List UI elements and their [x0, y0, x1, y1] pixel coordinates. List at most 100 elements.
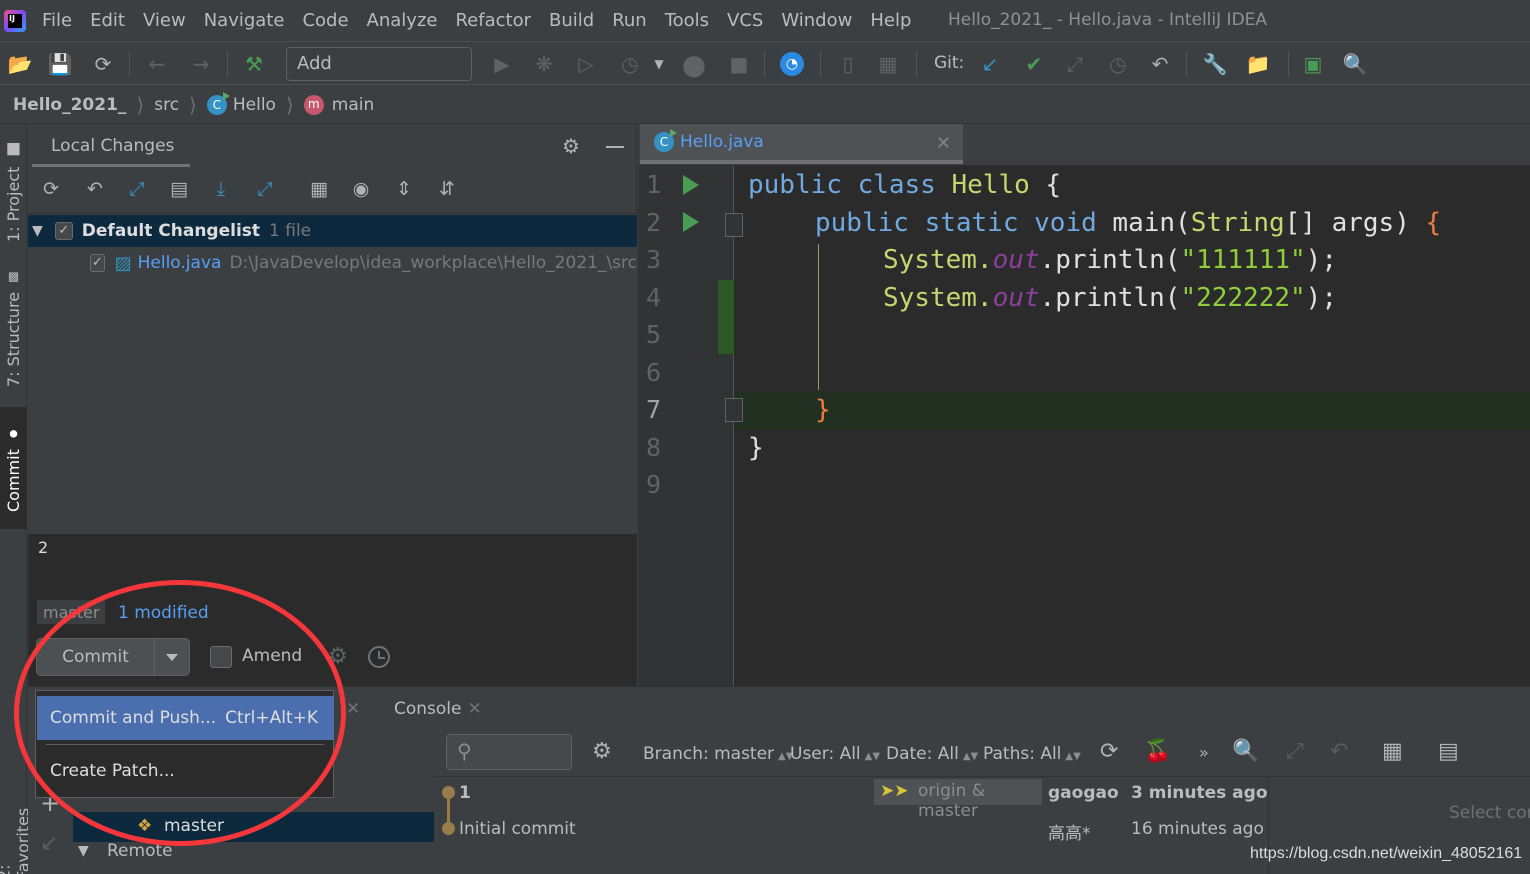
- file-row[interactable]: ✓ ▨ Hello.java D:\JavaDevelop\idea_workp…: [28, 247, 637, 279]
- group-by-icon[interactable]: ⤢: [252, 176, 278, 202]
- commit-row[interactable]: Initial commit 高高* 16 minutes ago: [434, 812, 1268, 846]
- rollback-icon[interactable]: ↶: [1148, 52, 1172, 76]
- commit-split-button[interactable]: Commit: [36, 638, 190, 676]
- close-icon[interactable]: ✕: [936, 133, 951, 154]
- open-folder-icon[interactable]: 📂: [8, 52, 33, 76]
- coverage-icon[interactable]: ▷: [574, 52, 598, 76]
- stop-icon[interactable]: ■: [727, 52, 751, 76]
- breadcrumb-src[interactable]: src: [154, 95, 179, 115]
- project-structure-icon[interactable]: 📁: [1246, 52, 1271, 76]
- forward-icon[interactable]: →: [189, 52, 213, 76]
- menu-edit[interactable]: Edit: [90, 10, 125, 31]
- expand-arrow-icon[interactable]: ▼: [78, 843, 89, 859]
- search-icon[interactable]: 🔍: [1232, 739, 1259, 764]
- eye-icon[interactable]: ◉: [348, 176, 374, 202]
- menu-analyze[interactable]: Analyze: [367, 10, 438, 31]
- close-icon[interactable]: ✕: [346, 699, 360, 719]
- branch-row-master[interactable]: ❖ master: [73, 812, 434, 842]
- save-icon[interactable]: 💾: [48, 52, 73, 76]
- run-class-icon[interactable]: [683, 175, 699, 195]
- commit-options-dropdown[interactable]: [155, 639, 189, 675]
- rollback-icon[interactable]: ↶: [82, 176, 108, 202]
- add-configuration-button[interactable]: Add Configuration...: [286, 47, 472, 106]
- date-filter[interactable]: Date: All ▲▼: [886, 744, 978, 764]
- more-chevron-icon[interactable]: »: [1199, 743, 1209, 762]
- fold-icon[interactable]: [725, 398, 743, 422]
- changelist-checkbox[interactable]: ✓: [54, 222, 73, 240]
- amend-checkbox[interactable]: [210, 646, 232, 668]
- log-search-input[interactable]: ⚲: [446, 734, 572, 770]
- breadcrumb-method[interactable]: main: [332, 95, 374, 115]
- profiler-gauge-icon[interactable]: ◔: [780, 52, 804, 76]
- device-icon[interactable]: ▯: [836, 52, 860, 76]
- git-push-icon[interactable]: ⤢: [1063, 52, 1087, 76]
- layout-icon[interactable]: ▦: [306, 176, 332, 202]
- breadcrumb-project[interactable]: Hello_2021_: [13, 95, 126, 115]
- menu-refactor[interactable]: Refactor: [455, 10, 531, 31]
- shelve-icon[interactable]: ⤓: [208, 176, 234, 202]
- paths-filter[interactable]: Paths: All ▲▼: [983, 744, 1081, 764]
- refresh-icon[interactable]: ⟳: [1100, 739, 1118, 764]
- sdk-icon[interactable]: ▦: [876, 52, 900, 76]
- menu-view[interactable]: View: [143, 10, 186, 31]
- show-diff-icon[interactable]: ⤢: [124, 176, 150, 202]
- menu-vcs[interactable]: VCS: [727, 10, 763, 31]
- file-checkbox[interactable]: ✓: [90, 254, 105, 272]
- back-icon[interactable]: ←: [145, 52, 169, 76]
- menu-tools[interactable]: Tools: [665, 10, 709, 31]
- expand-arrow-icon[interactable]: ▼: [32, 223, 43, 239]
- collapse-all-icon[interactable]: ⇵: [434, 176, 460, 202]
- minimize-icon[interactable]: [606, 146, 624, 148]
- vcs-change-marker[interactable]: [718, 280, 734, 354]
- menu-build[interactable]: Build: [549, 10, 594, 31]
- run-main-icon[interactable]: [683, 212, 699, 232]
- layout-icon[interactable]: ▦: [1382, 739, 1403, 764]
- commit-message-text[interactable]: 2: [38, 538, 48, 557]
- menu-window[interactable]: Window: [781, 10, 852, 31]
- menu-item-create-patch[interactable]: Create Patch...: [37, 751, 334, 791]
- gear-icon[interactable]: ⚙: [562, 134, 580, 158]
- refresh-icon[interactable]: ⟳: [38, 176, 64, 202]
- build-hammer-icon[interactable]: ⚒: [242, 52, 266, 76]
- menu-help[interactable]: Help: [870, 10, 911, 31]
- profile-icon[interactable]: ◷: [618, 52, 642, 76]
- branch-group-remote[interactable]: Remote: [107, 841, 173, 861]
- run-icon[interactable]: ▶: [490, 52, 514, 76]
- menu-item-commit-and-push[interactable]: Commit and Push... Ctrl+Alt+K: [37, 696, 334, 740]
- menu-file[interactable]: File: [42, 10, 72, 31]
- tab-hello-java[interactable]: C Hello.java ✕: [640, 124, 963, 164]
- checkout-icon[interactable]: ↙: [40, 831, 58, 856]
- sync-icon[interactable]: ⟳: [91, 52, 115, 76]
- breadcrumb-class[interactable]: Hello: [233, 95, 276, 115]
- close-icon[interactable]: ✕: [468, 699, 482, 719]
- terminal-run-icon[interactable]: ▣: [1301, 52, 1325, 76]
- tab-console[interactable]: Console ✕: [394, 699, 482, 719]
- compare-icon[interactable]: ⤢: [1286, 739, 1304, 764]
- menu-navigate[interactable]: Navigate: [204, 10, 285, 31]
- tab-project[interactable]: 1: Project ■: [0, 134, 27, 249]
- menu-run[interactable]: Run: [612, 10, 647, 31]
- user-filter[interactable]: User: All ▲▼: [790, 744, 880, 764]
- changelist-icon[interactable]: ▤: [166, 176, 192, 202]
- code-editor[interactable]: 1 2 3 4 5 6 7 8 9 public class Hello { p…: [638, 166, 1530, 686]
- modified-summary-link[interactable]: 1 modified: [118, 600, 209, 626]
- changelist-row[interactable]: ▼ ✓ Default Changelist 1 file: [28, 215, 637, 247]
- presentation-icon[interactable]: ▤: [1438, 739, 1459, 764]
- commit-button[interactable]: Commit: [37, 639, 155, 675]
- debug-icon[interactable]: ❋: [532, 52, 556, 76]
- history-icon[interactable]: ◷: [1106, 52, 1130, 76]
- expand-all-icon[interactable]: ⇕: [391, 176, 417, 202]
- git-update-icon[interactable]: ↙: [978, 52, 1002, 76]
- settings-wrench-icon[interactable]: 🔧: [1203, 52, 1228, 76]
- message-history-icon[interactable]: [368, 646, 390, 668]
- branch-filter[interactable]: Branch: master ▲▼: [643, 744, 793, 764]
- search-icon[interactable]: 🔍: [1343, 52, 1368, 76]
- menu-code[interactable]: Code: [302, 10, 348, 31]
- gear-icon[interactable]: ⚙: [592, 739, 612, 764]
- fold-icon[interactable]: [725, 213, 743, 237]
- cherry-pick-icon[interactable]: 🍒: [1144, 739, 1171, 764]
- record-icon[interactable]: ●: [682, 48, 706, 81]
- tab-commit[interactable]: Commit ⚫: [0, 407, 27, 529]
- commit-row[interactable]: 1 ➤➤ origin & master gaogao 3 minutes ag…: [434, 777, 1268, 821]
- commit-options-gear-icon[interactable]: ⚙: [328, 644, 348, 669]
